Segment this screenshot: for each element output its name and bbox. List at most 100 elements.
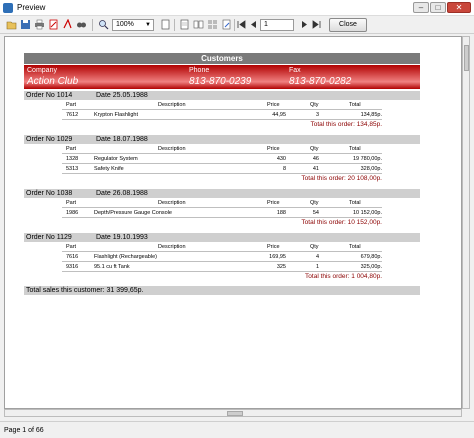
order-total: Total this order: 10 152,00p.	[301, 219, 382, 226]
item-qty: 54	[312, 210, 319, 216]
edit-icon[interactable]	[221, 19, 232, 30]
vertical-scrollbar[interactable]	[462, 36, 470, 409]
item-part: 9316	[66, 264, 79, 270]
col-description: Description	[158, 146, 186, 152]
item-price: 430	[276, 156, 286, 162]
divider	[62, 173, 382, 174]
toolbar: 100% ▼ 1 Close	[0, 16, 474, 34]
find-icon[interactable]	[76, 19, 87, 30]
item-description: Regulator System	[94, 156, 138, 162]
item-price: 44,95	[272, 112, 286, 118]
item-total: 325,00p.	[360, 264, 382, 270]
phone-label: Phone	[189, 67, 210, 74]
title-bar: Preview – □ ✕	[0, 0, 474, 16]
order-number: Order No 1129	[26, 234, 72, 241]
order-total: Total this order: 20 108,00p.	[301, 175, 382, 182]
divider	[62, 153, 382, 154]
horizontal-scrollbar[interactable]	[4, 409, 462, 417]
app-icon	[3, 3, 13, 13]
col-price: Price	[267, 146, 280, 152]
print-icon[interactable]	[34, 19, 45, 30]
divider	[62, 163, 382, 164]
thumbnails-icon[interactable]	[207, 19, 218, 30]
item-part: 7616	[66, 254, 79, 260]
report-viewport[interactable]: Customers Company Phone Fax Action Club …	[4, 36, 462, 409]
next-page-icon[interactable]	[299, 19, 310, 30]
divider	[62, 261, 382, 262]
customer-header: Company Phone Fax Action Club 813-870-02…	[24, 65, 420, 89]
zoom-select[interactable]: 100% ▼	[112, 19, 154, 31]
item-total: 134,85p.	[360, 112, 382, 118]
order-total: Total this order: 1 004,80p.	[305, 273, 382, 280]
last-page-icon[interactable]	[311, 19, 322, 30]
export-pdf-icon[interactable]	[48, 19, 59, 30]
col-total: Total	[349, 102, 361, 108]
item-part: 7612	[66, 112, 79, 118]
col-qty: Qty	[310, 146, 319, 152]
toolbar-separator	[234, 19, 235, 31]
col-description: Description	[158, 102, 186, 108]
item-total: 10 152,00p.	[352, 210, 382, 216]
order-header: Order No 1029 Date 18.07.1988	[24, 135, 420, 144]
page-setup-icon[interactable]	[179, 19, 190, 30]
page-number-value: 1	[264, 21, 268, 28]
col-qty: Qty	[310, 102, 319, 108]
col-part: Part	[66, 146, 77, 152]
company-label: Company	[27, 67, 57, 74]
minimize-button[interactable]: –	[413, 2, 429, 13]
item-description: 95.1 cu ft Tank	[94, 264, 130, 270]
col-description: Description	[158, 200, 186, 206]
prev-page-icon[interactable]	[248, 19, 259, 30]
col-qty: Qty	[310, 244, 319, 250]
order-header: Order No 1129 Date 19.10.1993	[24, 233, 420, 242]
order-date: Date 19.10.1993	[96, 234, 148, 241]
item-part: 5313	[66, 166, 79, 172]
close-button[interactable]: Close	[329, 18, 367, 32]
order-number: Order No 1029	[26, 136, 73, 143]
item-qty: 3	[315, 112, 319, 118]
divider	[62, 217, 382, 218]
page-number-input[interactable]: 1	[260, 19, 294, 31]
toolbar-separator	[174, 19, 175, 31]
report-page: Customers Company Phone Fax Action Club …	[22, 51, 422, 311]
scroll-thumb[interactable]	[227, 411, 243, 416]
item-price: 188	[276, 210, 286, 216]
scroll-thumb[interactable]	[464, 45, 469, 71]
email-icon[interactable]	[62, 18, 73, 30]
window-title: Preview	[17, 3, 46, 12]
item-description: Flashlight (Rechargeable)	[94, 254, 157, 260]
order-header: Order No 1014 Date 25.05.1988	[24, 91, 420, 100]
fax-value: 813-870-0282	[289, 76, 352, 87]
open-icon[interactable]	[6, 19, 17, 30]
divider	[62, 271, 382, 272]
order-date: Date 26.08.1988	[96, 190, 148, 197]
item-qty: 41	[312, 166, 319, 172]
first-page-icon[interactable]	[236, 19, 247, 30]
item-qty: 46	[312, 156, 319, 162]
two-pages-icon[interactable]	[193, 19, 204, 30]
col-qty: Qty	[310, 200, 319, 206]
divider	[62, 251, 382, 252]
window-close-button[interactable]: ✕	[447, 2, 471, 13]
item-part: 1986	[66, 210, 79, 216]
order-total: Total this order: 134,85p.	[310, 121, 382, 128]
col-total: Total	[349, 200, 361, 206]
save-icon[interactable]	[20, 19, 31, 30]
fax-label: Fax	[289, 67, 301, 74]
item-price: 8	[282, 166, 286, 172]
divider	[62, 109, 382, 110]
item-total: 679,80p.	[360, 254, 382, 260]
fit-page-icon[interactable]	[160, 19, 171, 30]
page-info: Page 1 of 66	[4, 427, 44, 434]
col-description: Description	[158, 244, 186, 250]
maximize-button[interactable]: □	[430, 2, 446, 13]
col-price: Price	[267, 102, 280, 108]
item-part: 1328	[66, 156, 79, 162]
col-total: Total	[349, 244, 361, 250]
col-part: Part	[66, 102, 77, 108]
item-price: 325	[276, 264, 286, 270]
grand-total: Total sales this customer: 31 399,65p.	[24, 286, 420, 295]
col-part: Part	[66, 200, 77, 206]
zoom-icon[interactable]	[98, 19, 109, 30]
item-qty: 4	[315, 254, 319, 260]
